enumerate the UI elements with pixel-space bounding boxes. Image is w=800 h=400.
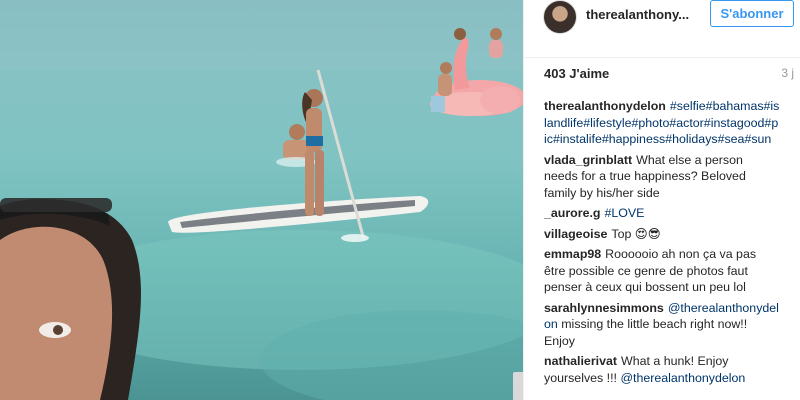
comment-author[interactable]: nathalierivat	[544, 354, 617, 368]
paddleboard	[168, 196, 429, 233]
post-time[interactable]: 3 j	[781, 66, 794, 80]
comment-author[interactable]: _aurore.g	[544, 206, 600, 220]
post-header: therealanthony... S'abonner	[524, 0, 800, 58]
caption: therealanthonydelon #selfie#bahamas#islan…	[544, 98, 780, 148]
post-photo[interactable]	[0, 0, 523, 400]
avatar[interactable]	[543, 0, 577, 34]
caption-author[interactable]: therealanthonydelon	[544, 99, 666, 113]
scroll-hint	[513, 372, 523, 400]
comment-author[interactable]: sarahlynnesimmons	[544, 301, 664, 315]
likes-count[interactable]: 403 J'aime	[544, 66, 609, 81]
list-item: vlada_grinblatt What else a person needs …	[544, 152, 780, 202]
comment-author[interactable]: emmap98	[544, 247, 601, 261]
comment-author[interactable]: villageoise	[544, 227, 607, 241]
list-item: nathalierivat What a hunk! Enjoy yourselv…	[544, 353, 780, 386]
comment-text: Top 😍😎	[611, 226, 661, 241]
photo-scene	[0, 0, 523, 400]
list-item: _aurore.g #LOVE	[544, 205, 780, 222]
comments-list: therealanthonydelon #selfie#bahamas#islan…	[544, 98, 780, 390]
list-item: villageoise Top 😍😎	[544, 226, 780, 243]
comment-text: missing the little beach right now!! Enj…	[544, 317, 748, 348]
comment-author[interactable]: vlada_grinblatt	[544, 153, 632, 167]
follow-button[interactable]: S'abonner	[710, 0, 794, 27]
comment-mention[interactable]: @therealanthonydelon	[620, 371, 745, 385]
post-username[interactable]: therealanthony...	[586, 7, 704, 22]
likes-row: 403 J'aime 3 j	[544, 66, 794, 82]
selfie-man	[0, 198, 141, 400]
list-item: sarahlynnesimmons @therealanthonydelon mi…	[544, 300, 780, 350]
comment-hashtag[interactable]: #LOVE	[604, 206, 644, 220]
post-sidebar: therealanthony... S'abonner 403 J'aime 3…	[523, 0, 800, 400]
list-item: emmap98 Roooooio ah non ça va pas être po…	[544, 246, 780, 296]
